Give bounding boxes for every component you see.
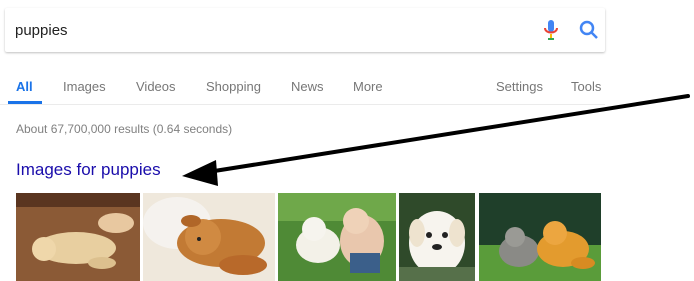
annotation-arrow <box>182 94 690 186</box>
